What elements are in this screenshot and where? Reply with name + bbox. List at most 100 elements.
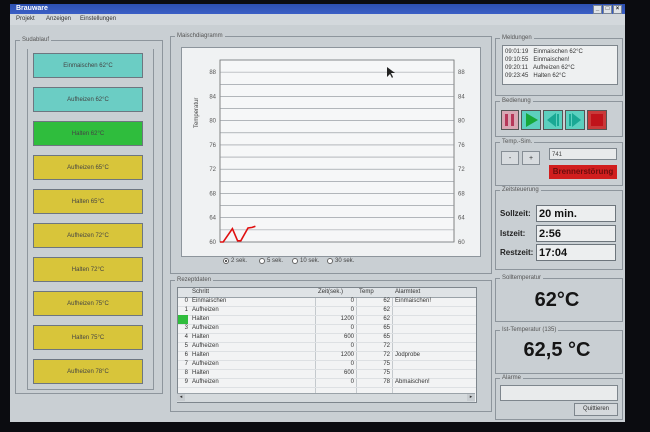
cell-alarm xyxy=(395,360,473,369)
y-tick-label-right: 84 xyxy=(458,94,465,100)
y-axis-label: Temperatur xyxy=(194,97,200,128)
title-bar: Brauware _ □ × xyxy=(10,4,625,14)
step-block[interactable]: Halten 72°C xyxy=(33,257,143,282)
y-tick-label-right: 76 xyxy=(458,143,465,149)
col-alarmtext: Alarmtext xyxy=(395,289,421,295)
cell-alarm: Einmaischen! xyxy=(395,298,432,304)
radio-icon xyxy=(259,258,265,264)
row-index: 8 xyxy=(184,370,188,376)
app-window: Brauware _ □ × Projekt Anzeigen Einstell… xyxy=(10,4,625,422)
cell-temp: 65 xyxy=(383,325,390,331)
cell-time: 1200 xyxy=(340,352,354,358)
y-tick-label: 80 xyxy=(209,119,216,125)
row-index: 5 xyxy=(184,343,188,349)
radio-icon xyxy=(292,258,298,264)
cell-time: 0 xyxy=(350,379,354,385)
list-item: 09:10:55 Einmaischen! xyxy=(505,57,570,63)
row-index: 4 xyxy=(184,334,188,340)
close-button[interactable]: × xyxy=(613,5,622,14)
isttemperatur-panel: Ist-Temperatur (135) 62,5 °C xyxy=(495,326,623,374)
messages-list: 09:01:19 Einmaischen 62°C 09:10:55 Einma… xyxy=(502,45,618,85)
temp-plus-button[interactable]: + xyxy=(522,151,540,165)
scroll-right-icon[interactable]: ▸ xyxy=(467,394,475,401)
maximize-button[interactable]: □ xyxy=(603,5,612,14)
stop-button[interactable] xyxy=(587,110,607,130)
y-tick-label-right: 88 xyxy=(458,70,465,76)
cell-temp: 62 xyxy=(383,316,390,322)
step-block[interactable]: Halten 65°C xyxy=(33,189,143,214)
sim-value-field[interactable]: 741 xyxy=(549,148,617,160)
pause-icon xyxy=(505,114,514,126)
step-block[interactable]: Aufheizen 75°C xyxy=(33,291,143,316)
step-block[interactable]: Halten 62°C xyxy=(33,121,143,146)
radio-icon xyxy=(327,258,333,264)
row-index: 3 xyxy=(184,325,188,331)
step-block[interactable]: Aufheizen 65°C xyxy=(33,155,143,180)
menu-item-einstellungen[interactable]: Einstellungen xyxy=(80,14,116,25)
bedienung-panel: Bedienung xyxy=(495,97,623,137)
y-tick-label-right: 64 xyxy=(458,216,465,222)
menu-item-projekt[interactable]: Projekt xyxy=(16,14,35,25)
interval-option-5[interactable]: 5 sek. xyxy=(259,258,283,264)
zeitsteuerung-label: Zeitsteuerung xyxy=(500,186,541,195)
cell-temp: 62 xyxy=(383,298,390,304)
temp-minus-button[interactable]: - xyxy=(501,151,519,165)
step-forward-button[interactable] xyxy=(565,110,585,130)
radio-icon xyxy=(223,258,229,264)
cell-temp: 72 xyxy=(383,343,390,349)
istzeit-label: Istzeit: xyxy=(500,229,526,238)
plot-area xyxy=(219,59,455,243)
step-back-button[interactable] xyxy=(543,110,563,130)
step-block[interactable]: Aufheizen 72°C xyxy=(33,223,143,248)
interval-option-2[interactable]: 2 sek. xyxy=(223,258,247,264)
play-icon xyxy=(526,113,538,127)
step-block[interactable]: Aufheizen 62°C xyxy=(33,87,143,112)
cell-temp: 78 xyxy=(383,379,390,385)
cell-step: Halten xyxy=(192,334,210,340)
chart-area: 60 60 64 64 68 68 72 72 76 76 80 80 84 84 88 88 Tempera… xyxy=(181,47,481,257)
menu-bar: Projekt Anzeigen Einstellungen xyxy=(10,14,625,25)
y-tick-label: 88 xyxy=(209,70,216,76)
cell-time: 0 xyxy=(350,307,354,313)
row-index: 0 xyxy=(184,298,188,304)
cell-temp: 75 xyxy=(383,370,390,376)
list-item: 09:23:45 Halten 62°C xyxy=(505,73,566,79)
menu-item-anzeigen[interactable]: Anzeigen xyxy=(46,14,71,25)
play-button[interactable] xyxy=(521,110,541,130)
scroll-left-icon[interactable]: ◂ xyxy=(177,394,185,401)
table-row[interactable]: 9 Aufheizen 0 78 Abmaischen! xyxy=(178,378,476,388)
acknowledge-button[interactable]: Quittieren xyxy=(574,403,618,416)
horizontal-scrollbar[interactable]: ◂ ▸ xyxy=(177,393,475,402)
solltemperatur-label: Solltemperatur xyxy=(500,274,544,283)
alarme-label: Alarme xyxy=(500,374,524,383)
interval-option-30[interactable]: 30 sek. xyxy=(327,258,354,264)
sollzeit-label: Sollzeit: xyxy=(500,209,531,218)
alarme-panel: Alarme Quittieren xyxy=(495,374,623,420)
pause-button[interactable] xyxy=(501,110,519,130)
interval-option-10[interactable]: 10 sek. xyxy=(292,258,319,264)
row-index: 7 xyxy=(184,361,188,367)
cell-time: 600 xyxy=(343,334,354,340)
target-temperature: 62°C xyxy=(534,289,580,311)
window-title: Brauware xyxy=(16,5,48,12)
row-index: 6 xyxy=(184,352,188,358)
sudablauf-label: Sudablauf xyxy=(20,36,52,45)
cell-temp: 72 xyxy=(383,352,390,358)
active-step-indicator xyxy=(178,315,188,324)
cell-time: 1200 xyxy=(340,316,354,322)
istzeit-value: 2:56 xyxy=(536,225,616,242)
cell-step: Aufheizen xyxy=(192,325,219,331)
rezeptdaten-panel: Rezeptdaten Schritt Zeit(sek.) Temp Alar… xyxy=(170,276,492,412)
cell-alarm xyxy=(395,315,473,324)
tempsim-panel: Temp.-Sim. - + 741 Brennerstörung xyxy=(495,138,623,186)
cell-step: Halten xyxy=(192,370,210,376)
cell-step: Einmaischen xyxy=(192,298,227,304)
y-tick-label: 84 xyxy=(209,94,216,100)
step-block[interactable]: Halten 75°C xyxy=(33,325,143,350)
cell-step: Aufheizen xyxy=(192,361,219,367)
solltemperatur-panel: Solltemperatur 62°C xyxy=(495,274,623,322)
cell-temp: 62 xyxy=(383,307,390,313)
step-block[interactable]: Aufheizen 78°C xyxy=(33,359,143,384)
step-block[interactable]: Einmaischen 62°C xyxy=(33,53,143,78)
minimize-button[interactable]: _ xyxy=(593,5,602,14)
